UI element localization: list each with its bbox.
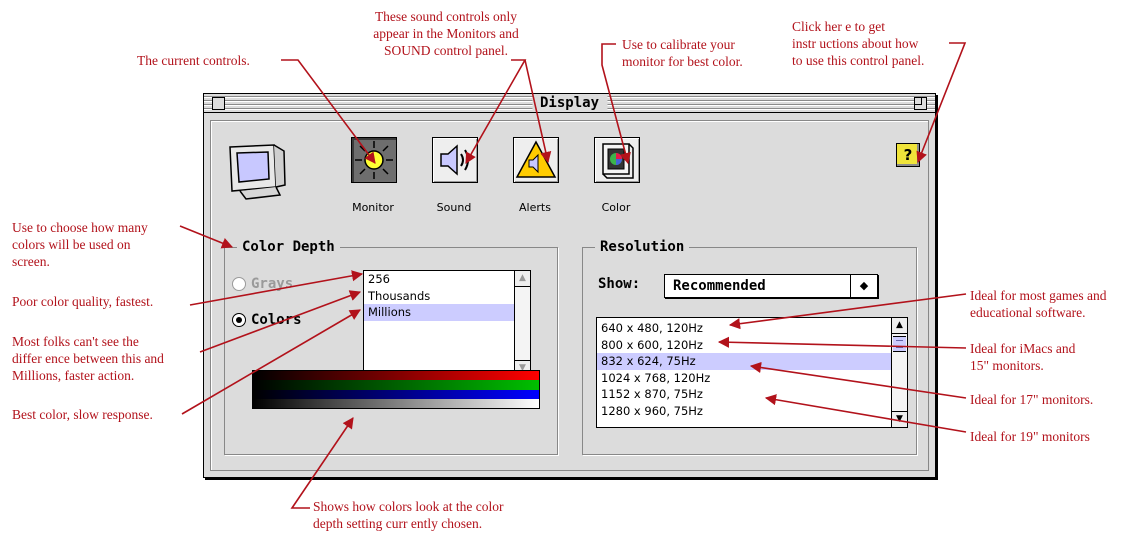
color-button-label: Color: [601, 201, 631, 214]
grays-radio-circle[interactable]: [232, 277, 246, 291]
annotation-ideal-imacs: Ideal for iMacs and 15" monitors.: [970, 340, 1075, 374]
sound-button-label: Sound: [436, 201, 472, 214]
list-item[interactable]: Thousands: [364, 288, 530, 305]
annotation-line: Shows how colors look at the color: [313, 499, 504, 514]
annotation-line: Most folks can't see the: [12, 334, 139, 349]
list-item[interactable]: 1280 x 960, 75Hz: [597, 403, 907, 420]
sound-button[interactable]: [432, 137, 478, 183]
resolution-title: Resolution: [595, 238, 690, 256]
alerts-button[interactable]: [513, 137, 559, 183]
color-button[interactable]: [594, 137, 640, 183]
annotation-best-color: Best color, slow response.: [12, 407, 153, 422]
grays-label: Grays: [251, 276, 294, 292]
annotation-current-controls: The current controls.: [137, 53, 250, 68]
scroll-up-arrow-icon[interactable]: ▲: [515, 271, 530, 287]
list-item[interactable]: Millions: [364, 304, 530, 321]
speaker-icon: [440, 144, 469, 176]
annotation-line: 15" monitors.: [970, 358, 1044, 373]
color-calibrate-icon: [602, 143, 634, 179]
color-depth-scrollbar[interactable]: ▲ ▼: [514, 271, 530, 376]
annotation-line: educational software.: [970, 305, 1086, 320]
color-depth-list[interactable]: 256 Thousands Millions ▲ ▼: [363, 270, 531, 377]
annotation-line: monitor for best color.: [622, 54, 743, 69]
annotation-choose-colors: Use to choose how many colors will be us…: [12, 219, 148, 270]
annotation-line: screen.: [12, 254, 50, 269]
alerts-button-label: Alerts: [519, 201, 551, 214]
annotation-shows-colors: Shows how colors look at the color depth…: [313, 498, 503, 532]
monitor-button-label: Monitor: [352, 201, 394, 214]
colors-radio-circle[interactable]: [232, 313, 246, 327]
scroll-thumb[interactable]: [893, 336, 906, 352]
zoom-box[interactable]: [914, 97, 927, 110]
monitor-icon: [229, 144, 286, 200]
window-title: Display: [531, 94, 608, 112]
list-item[interactable]: 256: [364, 271, 530, 288]
annotation-sound-controls: These sound controls only appear in the …: [346, 8, 546, 59]
help-button[interactable]: ?: [896, 143, 920, 167]
annotation-line: SOUND control panel.: [383, 43, 509, 58]
annotation-line: differ ence between this and: [12, 351, 164, 366]
list-item[interactable]: 1024 x 768, 120Hz: [597, 370, 907, 387]
color-preview-bar: [252, 370, 540, 409]
annotation-line: depth setting curr ently chosen.: [313, 516, 483, 531]
annotation-line: Use to choose how many: [12, 220, 148, 235]
annotation-most-folks: Most folks can't see the differ ence bet…: [12, 333, 164, 384]
list-item[interactable]: 640 x 480, 120Hz: [597, 320, 907, 337]
annotation-line: Click her e to get: [792, 19, 885, 34]
show-popup-value: Recommended: [673, 278, 766, 294]
resolution-list[interactable]: 640 x 480, 120Hz 800 x 600, 120Hz 832 x …: [596, 317, 908, 428]
color-depth-title: Color Depth: [237, 238, 340, 256]
title-bar[interactable]: Display: [204, 94, 935, 113]
annotation-help: Click her e to get instr uctions about h…: [792, 18, 924, 69]
show-popup-menu[interactable]: Recommended ◆: [664, 274, 878, 298]
annotation-calibrate: Use to calibrate your monitor for best c…: [622, 36, 743, 70]
annotation-ideal-games: Ideal for most games and educational sof…: [970, 287, 1106, 321]
annotation-ideal-19: Ideal for 19" monitors: [970, 429, 1090, 444]
sun-icon: [355, 141, 393, 179]
alert-triangle-icon: [515, 140, 557, 178]
annotation-line: appear in the Monitors and: [373, 26, 519, 41]
annotation-ideal-17: Ideal for 17" monitors.: [970, 392, 1094, 407]
annotation-line: to use this control panel.: [792, 53, 925, 68]
scroll-down-arrow-icon[interactable]: ▼: [892, 411, 907, 427]
colors-radio[interactable]: Colors: [232, 312, 302, 328]
popup-arrows-icon: ◆: [850, 275, 877, 297]
annotation-line: Millions, faster action.: [12, 368, 135, 383]
annotation-poor-quality: Poor color quality, fastest.: [12, 294, 154, 309]
list-item[interactable]: 832 x 624, 75Hz: [597, 353, 907, 370]
show-label: Show:: [598, 276, 641, 292]
annotation-line: colors will be used on: [12, 237, 131, 252]
scroll-up-arrow-icon[interactable]: ▲: [892, 318, 907, 334]
monitor-button[interactable]: [351, 137, 397, 183]
annotation-line: These sound controls only: [374, 9, 518, 24]
close-box[interactable]: [212, 97, 225, 110]
colors-label: Colors: [251, 312, 302, 328]
annotation-line: instr uctions about how: [792, 36, 919, 51]
annotation-line: Ideal for most games and: [970, 288, 1107, 303]
grays-radio[interactable]: Grays: [232, 276, 293, 292]
annotation-line: Use to calibrate your: [622, 37, 735, 52]
annotation-line: Ideal for iMacs and: [970, 341, 1076, 356]
list-item[interactable]: 1152 x 870, 75Hz: [597, 386, 907, 403]
list-item[interactable]: 800 x 600, 120Hz: [597, 337, 907, 354]
resolution-scrollbar[interactable]: ▲ ▼: [891, 318, 907, 427]
display-control-panel-window: Display Monitor Sound Alerts Color ? Col…: [203, 93, 936, 478]
